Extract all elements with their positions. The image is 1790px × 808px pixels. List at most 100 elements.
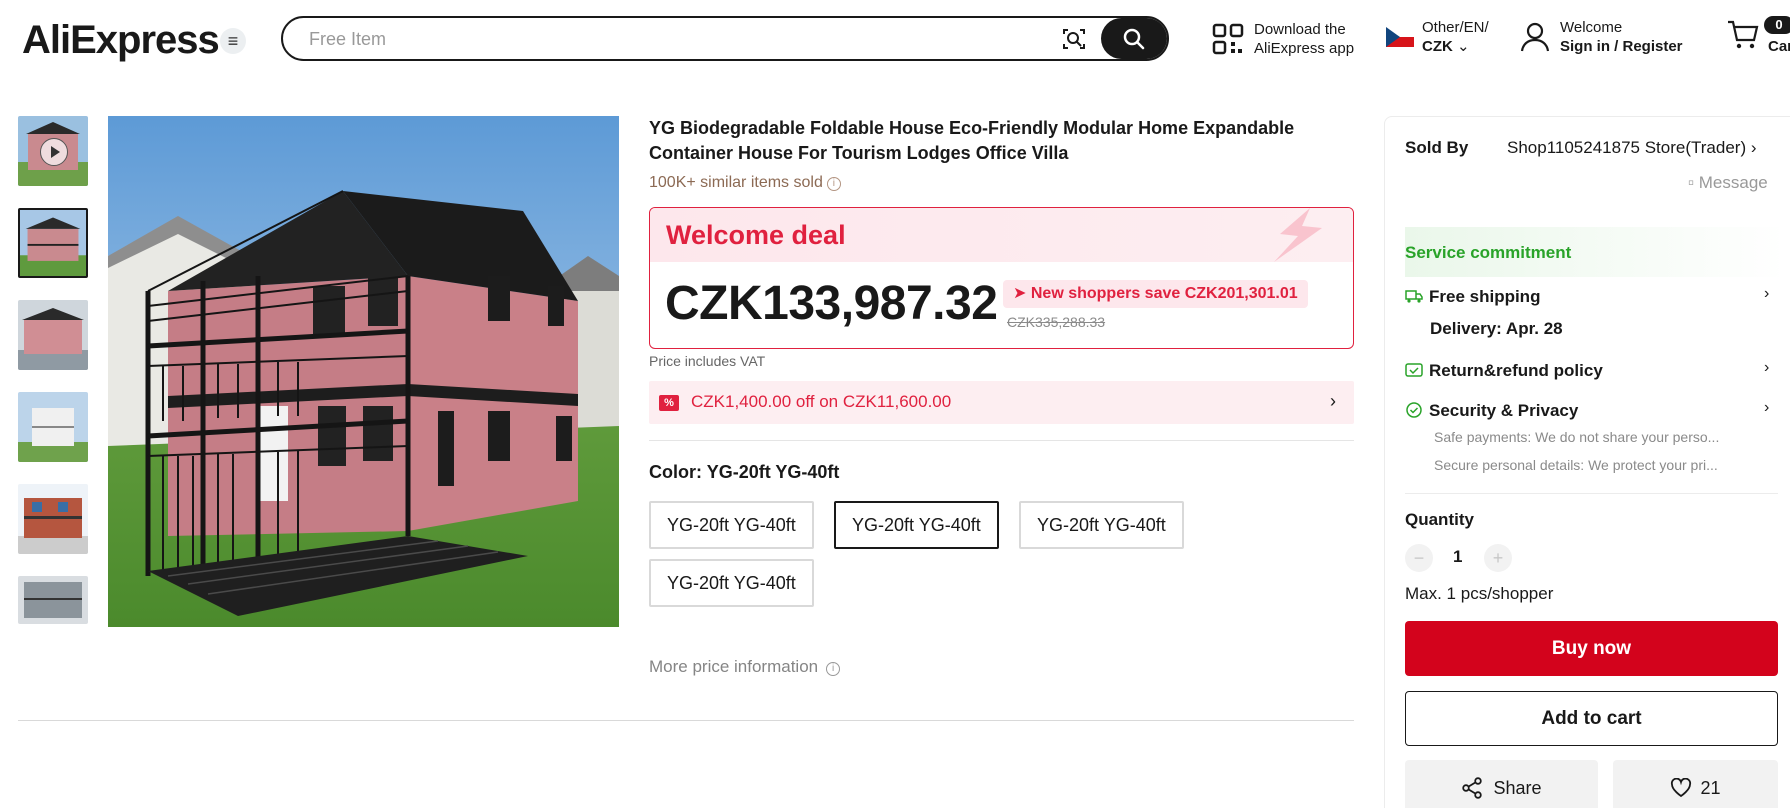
sold-by-label: Sold By [1405,138,1469,157]
wishlist-count: 21 [1700,777,1721,798]
color-value: YG-20ft YG-40ft [706,462,840,482]
color-option-1[interactable]: YG-20ft YG-40ft [649,501,814,549]
currency-label: CZK [1422,38,1453,55]
language-currency-selector[interactable]: Other/EN/ CZK ⌄ [1386,18,1489,56]
security-sub-1: Safe payments: We do not share your pers… [1434,429,1720,445]
max-per-shopper: Max. 1 pcs/shopper [1405,584,1554,603]
info-icon[interactable]: i [826,177,841,191]
deal-title: Welcome deal [666,220,846,250]
thumbnail-1[interactable] [18,208,88,278]
user-icon [1520,22,1550,52]
quantity-decrease-button[interactable]: − [1405,544,1433,572]
thumbnail-gallery [18,116,90,646]
search-input[interactable] [309,26,1029,52]
thumbnail-video[interactable] [18,116,88,186]
heart-icon [1671,778,1692,798]
thumbnail-4[interactable] [18,484,88,554]
welcome-deal-box: Welcome deal CZK133,987.32 ➤ New shopper… [649,207,1354,349]
divider [1405,493,1778,494]
search-icon [1123,28,1145,49]
chevron-right-icon[interactable]: › [1764,399,1769,417]
search-button[interactable] [1101,18,1167,59]
color-label-text: Color: [649,462,702,482]
search-bar [281,16,1169,61]
quantity-value[interactable]: 1 [1453,547,1462,567]
color-option-4[interactable]: YG-20ft YG-40ft [649,559,814,607]
quantity-label: Quantity [1405,510,1474,529]
lang-line-1: Other/EN/ [1422,19,1489,36]
product-title: YG Biodegradable Foldable House Eco-Frie… [649,118,1295,163]
message-button[interactable]: ▫ Message [1688,173,1768,193]
coupon-banner[interactable]: % CZK1,400.00 off on CZK11,600.00 › [649,381,1354,424]
security-sub-2: Secure personal details: We protect your… [1434,457,1718,473]
new-shopper-save-badge: ➤ New shoppers save CZK201,301.01 [1003,280,1308,308]
image-search-icon[interactable] [1061,26,1087,52]
chevron-right-icon[interactable]: › [1764,285,1769,303]
info-icon: i [826,662,841,676]
qr-code-icon [1212,23,1244,55]
more-price-text: More price information [649,657,819,676]
truck-icon [1405,290,1423,303]
cart-count-badge: 0 [1764,16,1790,34]
store-link[interactable]: Shop1105241875 Store(Trader) › [1507,138,1757,158]
aliexpress-logo[interactable]: AliExpress [22,18,220,63]
add-to-cart-button[interactable]: Add to cart [1405,691,1778,746]
security-label: Security & Privacy [1429,401,1579,420]
sold-count: 100K+ similar items sold i [649,174,841,192]
store-name: Shop1105241875 Store(Trader) [1507,138,1747,157]
share-button[interactable]: Share [1405,760,1598,808]
thumbnail-3[interactable] [18,392,88,462]
account-link[interactable]: Welcome Sign in / Register [1520,18,1683,56]
save-arrow-icon: ➤ [1013,285,1027,302]
more-price-info[interactable]: More price information i [649,657,841,677]
free-shipping-row[interactable]: Free shipping [1405,287,1540,307]
app-line-2: AliExpress app [1254,40,1355,57]
share-icon [1462,777,1483,799]
save-text: New shoppers save CZK201,301.01 [1030,285,1298,302]
main-product-image[interactable] [108,116,619,627]
chevron-down-icon: ⌄ [1457,38,1470,55]
czech-flag-icon [1386,27,1414,47]
header: AliExpress ≡ Download the AliExpress app [0,0,1790,78]
thumbnail-5[interactable] [18,576,88,624]
current-price: CZK133,987.32 [665,277,998,330]
thumbnail-2[interactable] [18,300,88,370]
return-icon [1405,363,1423,377]
sold-count-text: 100K+ similar items sold [649,174,823,191]
service-commitment-title: Service commitment [1405,243,1572,262]
delivery-date: Delivery: Apr. 28 [1430,319,1563,338]
chevron-right-icon: › [1330,391,1336,411]
play-icon [40,138,68,166]
color-option-3[interactable]: YG-20ft YG-40ft [1019,501,1184,549]
color-option-2-selected[interactable]: YG-20ft YG-40ft [834,501,999,549]
cart-label: Cart [1768,38,1790,55]
divider [649,440,1354,441]
sign-in-register: Sign in / Register [1560,38,1683,55]
shield-check-icon [1406,402,1422,418]
welcome-text: Welcome [1560,19,1623,36]
vat-note: Price includes VAT [649,353,766,369]
return-policy-row[interactable]: Return&refund policy [1405,361,1603,381]
menu-icon[interactable]: ≡ [220,28,246,54]
coupon-text: CZK1,400.00 off on CZK11,600.00 [691,392,952,411]
quantity-increase-button[interactable]: + [1484,544,1512,572]
free-shipping-label: Free shipping [1429,287,1541,306]
download-app-link[interactable]: Download the AliExpress app [1212,20,1354,58]
lightning-decoration-icon [1274,208,1322,262]
divider [18,720,1354,721]
original-price: CZK335,288.33 [1007,314,1106,330]
app-line-1: Download the [1254,21,1346,38]
return-policy-label: Return&refund policy [1429,361,1603,380]
security-privacy-row[interactable]: Security & Privacy [1405,401,1578,421]
share-label: Share [1493,777,1542,798]
message-label: Message [1698,173,1768,192]
buy-now-button[interactable]: Buy now [1405,621,1778,676]
chevron-right-icon: › [1750,138,1757,157]
logo-text: AliExpress [22,18,220,62]
cart-link[interactable]: 0 Cart [1726,16,1790,57]
color-label: Color: YG-20ft YG-40ft [649,462,839,483]
chevron-right-icon[interactable]: › [1764,359,1769,377]
coupon-icon: % [659,395,679,411]
wishlist-button[interactable]: 21 [1613,760,1778,808]
message-icon: ▫ [1688,173,1695,192]
